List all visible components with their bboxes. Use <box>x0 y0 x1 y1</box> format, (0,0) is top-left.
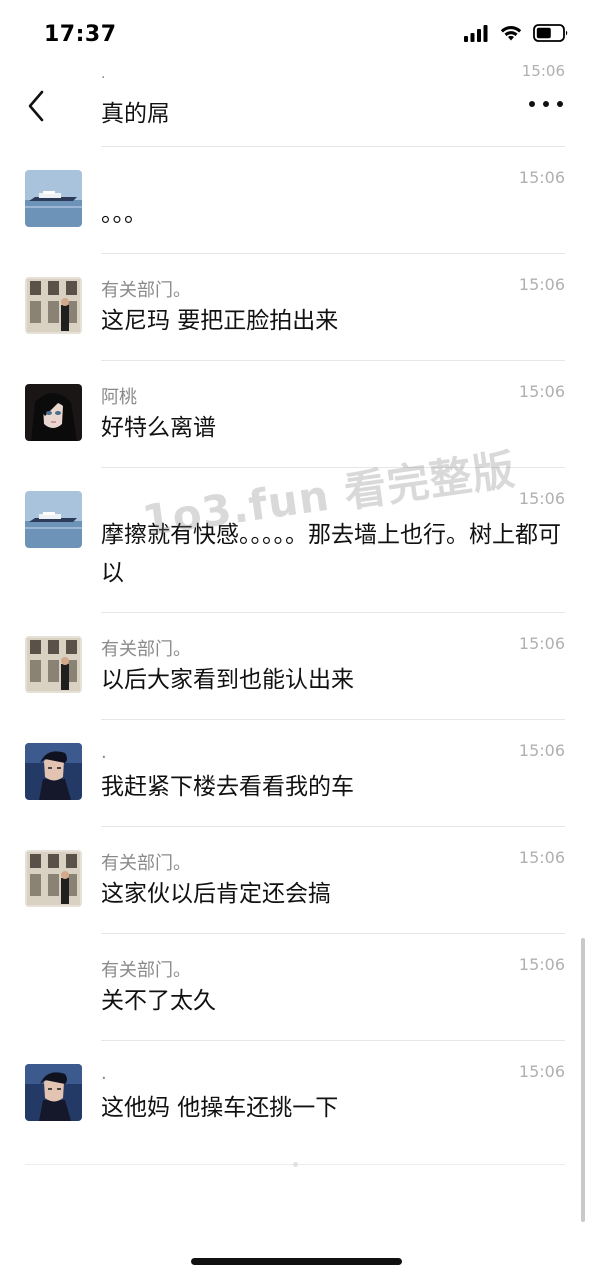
divider <box>101 612 565 613</box>
list-end-dot <box>293 1162 298 1167</box>
message-item: 15:06 。。。 <box>0 146 591 253</box>
nav-bar: . 15:06 真的屌 <box>0 62 591 146</box>
message-text: 我赶紧下楼去看看我的车 <box>101 774 354 800</box>
back-chevron-icon[interactable] <box>22 86 52 126</box>
divider <box>101 360 565 361</box>
status-icons <box>463 24 569 42</box>
message-time: 15:06 <box>518 634 565 653</box>
sender-name: . <box>101 1063 107 1084</box>
message-time: 15:06 <box>518 382 565 401</box>
divider <box>101 933 565 934</box>
divider <box>101 1040 565 1041</box>
avatar-boat[interactable] <box>25 491 82 548</box>
sender-name: 阿桃 <box>101 387 137 408</box>
message-time: 15:06 <box>518 489 565 508</box>
avatar-anime-boy[interactable] <box>25 743 82 800</box>
sender-name: . <box>101 742 107 763</box>
message-time: 15:06 <box>518 741 565 760</box>
status-time: 17:37 <box>44 22 117 47</box>
divider <box>101 826 565 827</box>
message-text: 这家伙以后肯定还会搞 <box>101 881 331 907</box>
sender-name: 有关部门。 <box>101 853 191 874</box>
avatar-building[interactable] <box>25 636 82 693</box>
more-options-icon[interactable] <box>529 92 563 116</box>
message-item: 有关部门。 15:06 关不了太久 <box>0 933 591 1040</box>
avatar-anime-boy[interactable] <box>25 1064 82 1121</box>
sender-name: 有关部门。 <box>101 960 191 981</box>
message-text: 这他妈 他操车还挑一下 <box>101 1095 339 1121</box>
scrollbar[interactable] <box>581 938 585 1222</box>
cellular-signal-icon <box>464 25 488 42</box>
message-text: 关不了太久 <box>101 988 216 1014</box>
previous-message-time: 15:06 <box>521 62 565 80</box>
battery-icon <box>533 24 568 42</box>
message-text: 以后大家看到也能认出来 <box>101 667 354 693</box>
message-text: 。。。 <box>101 201 147 227</box>
wifi-icon <box>500 25 522 41</box>
sender-name: 有关部门。 <box>101 639 191 660</box>
avatar-building[interactable] <box>25 277 82 334</box>
divider <box>101 719 565 720</box>
avatar-anime-girl[interactable] <box>25 384 82 441</box>
message-item: . 15:06 我赶紧下楼去看看我的车 <box>0 719 591 826</box>
message-time: 15:06 <box>518 1062 565 1081</box>
sender-name: 有关部门。 <box>101 280 191 301</box>
home-indicator[interactable] <box>191 1258 402 1265</box>
chat-title: 真的屌 <box>101 101 170 127</box>
divider <box>101 253 565 254</box>
message-time: 15:06 <box>518 848 565 867</box>
message-item: . 15:06 这他妈 他操车还挑一下 <box>0 1040 591 1147</box>
message-item: 有关部门。 15:06 这尼玛 要把正脸拍出来 <box>0 253 591 360</box>
message-item: 有关部门。 15:06 这家伙以后肯定还会搞 <box>0 826 591 933</box>
message-time: 15:06 <box>518 275 565 294</box>
message-item: 有关部门。 15:06 以后大家看到也能认出来 <box>0 612 591 719</box>
avatar-boat[interactable] <box>25 170 82 227</box>
message-time: 15:06 <box>518 168 565 187</box>
avatar-building[interactable] <box>25 850 82 907</box>
previous-sender-name: . <box>101 66 106 82</box>
divider <box>101 146 565 147</box>
message-list: 15:06 。。。 有关部门。 15:06 这尼玛 要把正脸拍出来 阿桃 15:… <box>0 146 591 1147</box>
message-text: 这尼玛 要把正脸拍出来 <box>101 308 339 334</box>
message-time: 15:06 <box>518 955 565 974</box>
status-bar: 17:37 <box>0 0 591 70</box>
